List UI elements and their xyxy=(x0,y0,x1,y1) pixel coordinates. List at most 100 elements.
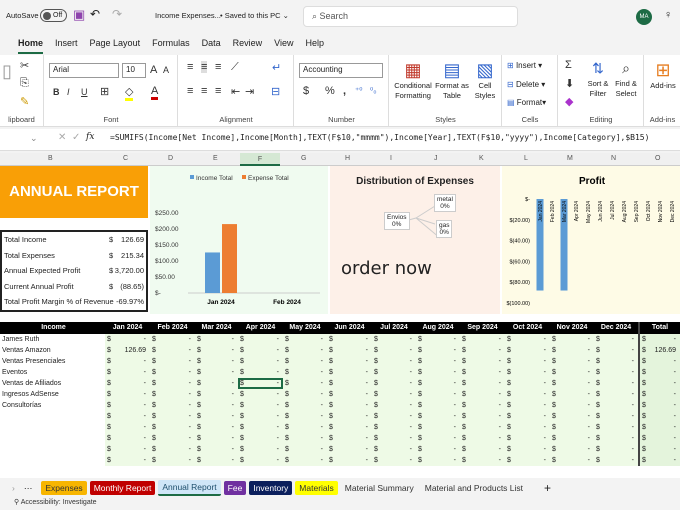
value-cell[interactable]: $ - xyxy=(505,455,550,466)
value-cell[interactable]: $ - xyxy=(505,400,550,411)
add-sheet-button[interactable]: + xyxy=(544,481,551,495)
find-select-button[interactable]: ⌕ Find & Select xyxy=(612,57,640,99)
summary-value[interactable]: -69.97% xyxy=(116,297,144,306)
value-cell[interactable]: $ - xyxy=(150,400,195,411)
value-cell[interactable]: $ - xyxy=(150,422,195,433)
row-label[interactable] xyxy=(0,455,105,466)
column-header[interactable]: M xyxy=(567,155,573,162)
more-sheets-icon[interactable]: ⋯ xyxy=(24,483,33,494)
value-cell[interactable]: $ - xyxy=(594,444,638,455)
column-header[interactable]: Apr 2024 xyxy=(238,322,283,334)
value-cell[interactable]: $ - xyxy=(327,455,372,466)
scroll-right-icon[interactable]: › xyxy=(12,483,15,493)
value-cell[interactable]: $ - xyxy=(505,367,550,378)
value-cell[interactable]: $ - xyxy=(238,367,283,378)
column-header[interactable]: E xyxy=(213,155,218,162)
column-header[interactable]: N xyxy=(611,155,616,162)
value-cell[interactable]: $ - xyxy=(416,345,460,356)
value-cell[interactable]: $ - xyxy=(460,444,505,455)
indent-increase-icon[interactable]: ⇥ xyxy=(245,85,254,98)
value-cell[interactable]: $ - xyxy=(195,389,238,400)
row-label[interactable] xyxy=(0,422,105,433)
value-cell[interactable]: $ - xyxy=(638,422,680,433)
value-cell[interactable]: $ - xyxy=(105,400,150,411)
sheet-tab-materials[interactable]: Materials xyxy=(295,481,338,495)
value-cell[interactable]: $ - xyxy=(505,389,550,400)
value-cell[interactable]: $ - xyxy=(150,411,195,422)
row-label[interactable] xyxy=(0,411,105,422)
value-cell[interactable]: $ - xyxy=(638,367,680,378)
function-icon[interactable]: fx xyxy=(86,132,94,142)
value-cell[interactable]: $ - xyxy=(550,422,594,433)
income-expense-chart[interactable]: Income Total Expense Total $250.00 $200.00 $… xyxy=(150,166,328,314)
value-cell[interactable]: $ - xyxy=(594,455,638,466)
value-cell[interactable]: $ - xyxy=(460,367,505,378)
sheet-tab-fee[interactable]: Fee xyxy=(223,481,247,495)
cut-icon[interactable]: ✂ xyxy=(20,59,29,72)
value-cell[interactable]: $ - xyxy=(594,356,638,367)
addins-button[interactable]: ⊞ Add-ins xyxy=(647,59,679,91)
column-header[interactable]: O xyxy=(655,155,660,162)
value-cell[interactable]: $ - xyxy=(594,433,638,444)
column-header[interactable]: D xyxy=(168,155,173,162)
sheet-tab-material-and-products-list[interactable]: Material and Products List xyxy=(421,481,527,495)
value-cell[interactable]: $ - xyxy=(150,356,195,367)
conditional-formatting-button[interactable]: ▦ Conditional Formatting xyxy=(392,59,434,101)
format-painter-icon[interactable]: ✎ xyxy=(20,95,29,108)
value-cell[interactable]: $ - xyxy=(594,389,638,400)
value-cell[interactable]: $ - xyxy=(372,455,416,466)
value-cell[interactable]: $ - xyxy=(550,378,594,389)
row-label[interactable]: Ventas Amazon xyxy=(0,345,105,356)
value-cell[interactable]: $ - xyxy=(416,356,460,367)
row-label[interactable]: Ingresos AdSense xyxy=(0,389,105,400)
insert-cells-button[interactable]: ⊞ Insert ▾ xyxy=(507,61,542,70)
paste-icon[interactable]: ▯ xyxy=(2,61,12,82)
font-size-select[interactable]: 10 xyxy=(122,63,146,78)
value-cell[interactable]: $ - xyxy=(594,334,638,345)
value-cell[interactable]: $ - xyxy=(505,411,550,422)
column-header[interactable]: K xyxy=(479,155,484,162)
increase-decimal-icon[interactable]: ⁺⁰ xyxy=(355,86,362,95)
delete-cells-button[interactable]: ⊟ Delete ▾ xyxy=(507,80,545,89)
row-label[interactable] xyxy=(0,444,105,455)
column-header[interactable]: I xyxy=(390,155,392,162)
row-label[interactable]: Consultorías xyxy=(0,400,105,411)
value-cell[interactable]: $ - xyxy=(638,389,680,400)
value-cell[interactable]: $ - xyxy=(327,356,372,367)
cell-styles-button[interactable]: ▧ Cell Styles xyxy=(470,59,500,101)
value-cell[interactable]: $ - xyxy=(283,367,327,378)
value-cell[interactable]: $ - xyxy=(505,433,550,444)
value-cell[interactable]: $ - xyxy=(327,411,372,422)
value-cell[interactable]: $ - xyxy=(638,411,680,422)
tab-data[interactable]: Data xyxy=(202,36,221,54)
value-cell[interactable]: $ - xyxy=(105,334,150,345)
column-header[interactable]: H xyxy=(345,155,350,162)
value-cell[interactable]: $ - xyxy=(416,367,460,378)
value-cell[interactable]: $ - xyxy=(238,356,283,367)
value-cell[interactable]: $ - xyxy=(372,411,416,422)
value-cell[interactable]: $ - xyxy=(505,378,550,389)
value-cell[interactable]: $ - xyxy=(416,400,460,411)
underline-icon[interactable]: U xyxy=(81,87,88,97)
value-cell[interactable]: $ - xyxy=(460,422,505,433)
value-cell[interactable]: $ - xyxy=(283,433,327,444)
value-cell[interactable]: $ - xyxy=(195,455,238,466)
value-cell[interactable]: $ - xyxy=(283,455,327,466)
value-cell[interactable]: $ - xyxy=(638,444,680,455)
align-bottom-icon[interactable]: ≡ xyxy=(215,61,221,73)
value-cell[interactable]: $ - xyxy=(372,389,416,400)
borders-icon[interactable]: ⊞ xyxy=(100,85,109,98)
value-cell[interactable]: $ - xyxy=(594,378,638,389)
summary-value[interactable]: 215.34 xyxy=(121,251,144,260)
tab-page-layout[interactable]: Page Layout xyxy=(90,36,141,54)
value-cell[interactable]: $ - xyxy=(460,455,505,466)
value-cell[interactable]: $ - xyxy=(416,411,460,422)
summary-value[interactable]: 3,720.00 xyxy=(115,266,144,275)
search-box[interactable]: ⌕ Search xyxy=(303,6,518,27)
fill-color-icon[interactable]: ◇ xyxy=(125,85,134,101)
value-cell[interactable]: $ - xyxy=(195,433,238,444)
value-cell[interactable]: $ - xyxy=(327,389,372,400)
value-cell[interactable]: $ - xyxy=(550,334,594,345)
value-cell[interactable]: $ - xyxy=(105,455,150,466)
format-as-table-button[interactable]: ▤ Format as Table xyxy=(435,59,469,101)
